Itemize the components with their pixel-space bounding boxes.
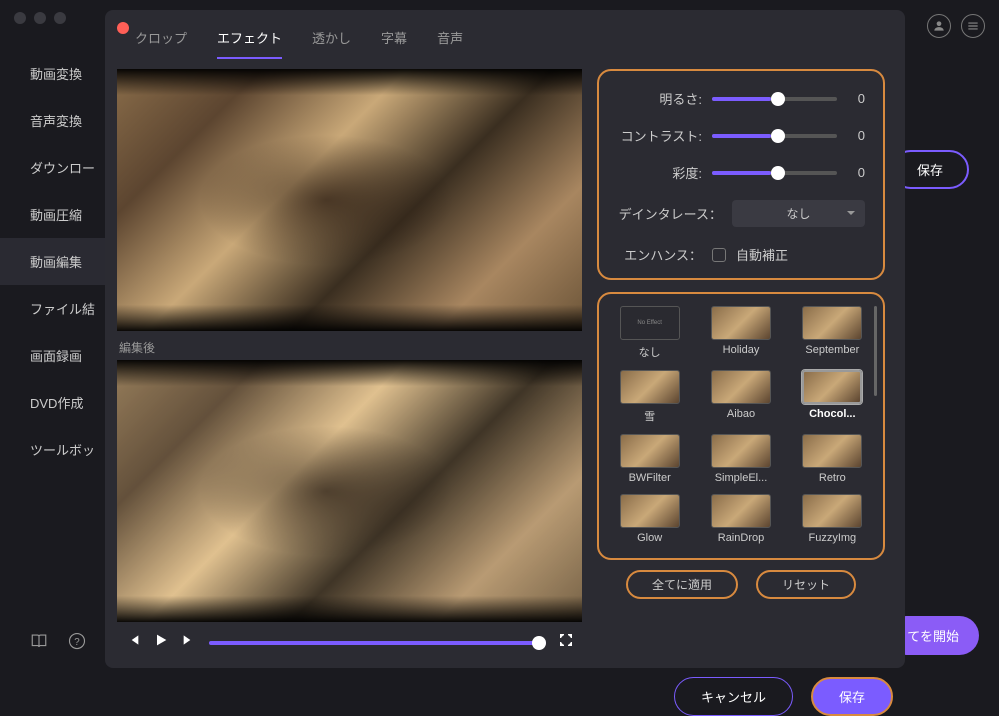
next-frame-icon[interactable] xyxy=(181,632,197,653)
tab-4[interactable]: 音声 xyxy=(437,28,463,59)
brightness-slider[interactable] xyxy=(712,97,837,101)
player-controls xyxy=(117,622,582,663)
effects-modal: クロップエフェクト透かし字幕音声 編集後 明るさ: 0 xyxy=(105,10,905,668)
modal-tabs: クロップエフェクト透かし字幕音声 xyxy=(105,10,905,59)
auto-correct-checkbox[interactable] xyxy=(712,248,726,262)
menu-icon[interactable] xyxy=(961,14,985,38)
deinterlace-select[interactable]: なし xyxy=(732,200,865,227)
effect-SimpleEl...[interactable]: SimpleEl... xyxy=(700,434,781,486)
user-icon[interactable] xyxy=(927,14,951,38)
sidebar-item-4[interactable]: 動画編集 xyxy=(0,238,110,285)
effect-BWFilter[interactable]: BWFilter xyxy=(609,434,690,486)
sidebar-item-7[interactable]: DVD作成 xyxy=(0,379,110,426)
effect-雪[interactable]: 雪 xyxy=(609,370,690,426)
apply-all-button[interactable]: 全てに適用 xyxy=(626,570,738,599)
brightness-label: 明るさ: xyxy=(617,89,702,108)
save-button[interactable]: 保存 xyxy=(811,677,893,716)
sidebar: 動画変換音声変換ダウンロー動画圧縮動画編集ファイル結画面録画DVD作成ツールボッ xyxy=(0,50,110,473)
window-traffic-lights[interactable] xyxy=(14,12,66,24)
sidebar-item-6[interactable]: 画面録画 xyxy=(0,332,110,379)
contrast-value: 0 xyxy=(847,128,865,143)
contrast-label: コントラスト: xyxy=(617,126,702,145)
help-icon[interactable]: ? xyxy=(68,632,86,655)
reset-button[interactable]: リセット xyxy=(756,570,856,599)
progress-bar[interactable] xyxy=(209,641,546,645)
effect-Holiday[interactable]: Holiday xyxy=(700,306,781,362)
deinterlace-label: デインタレース： xyxy=(617,204,722,223)
close-icon[interactable] xyxy=(117,22,129,34)
sidebar-item-3[interactable]: 動画圧縮 xyxy=(0,191,110,238)
adjustment-controls: 明るさ: 0 コントラスト: 0 彩度: 0 デインタレース： なし xyxy=(597,69,885,280)
tab-2[interactable]: 透かし xyxy=(312,28,351,59)
effect-Chocol...[interactable]: Chocol... xyxy=(792,370,873,426)
effect-なし[interactable]: No Effectなし xyxy=(609,306,690,362)
tab-0[interactable]: クロップ xyxy=(135,28,187,59)
prev-frame-icon[interactable] xyxy=(125,632,141,653)
auto-correct-label: 自動補正 xyxy=(736,245,788,264)
preview-original xyxy=(117,69,582,331)
sidebar-item-2[interactable]: ダウンロー xyxy=(0,144,110,191)
effect-Retro[interactable]: Retro xyxy=(792,434,873,486)
tab-1[interactable]: エフェクト xyxy=(217,28,282,59)
sidebar-item-5[interactable]: ファイル結 xyxy=(0,285,110,332)
sidebar-item-8[interactable]: ツールボッ xyxy=(0,426,110,473)
sidebar-item-0[interactable]: 動画変換 xyxy=(0,50,110,97)
saturation-slider[interactable] xyxy=(712,171,837,175)
effect-FuzzyImg[interactable]: FuzzyImg xyxy=(792,494,873,546)
book-icon[interactable] xyxy=(30,632,48,655)
brightness-value: 0 xyxy=(847,91,865,106)
effect-Aibao[interactable]: Aibao xyxy=(700,370,781,426)
contrast-slider[interactable] xyxy=(712,134,837,138)
effects-panel: No EffectなしHolidaySeptember 雪AibaoChocol.… xyxy=(597,292,885,560)
preview-after-label: 編集後 xyxy=(119,339,582,356)
tab-3[interactable]: 字幕 xyxy=(381,28,407,59)
enhance-label: エンハンス： xyxy=(617,245,702,264)
fullscreen-icon[interactable] xyxy=(558,632,574,653)
cancel-button[interactable]: キャンセル xyxy=(674,677,793,716)
svg-text:?: ? xyxy=(74,637,80,648)
effect-Glow[interactable]: Glow xyxy=(609,494,690,546)
sidebar-item-1[interactable]: 音声変換 xyxy=(0,97,110,144)
effect-RainDrop[interactable]: RainDrop xyxy=(700,494,781,546)
play-icon[interactable] xyxy=(153,632,169,653)
effects-scrollbar[interactable] xyxy=(874,306,877,396)
saturation-value: 0 xyxy=(847,165,865,180)
saturation-label: 彩度: xyxy=(617,163,702,182)
preview-after xyxy=(117,360,582,622)
effect-September[interactable]: September xyxy=(792,306,873,362)
